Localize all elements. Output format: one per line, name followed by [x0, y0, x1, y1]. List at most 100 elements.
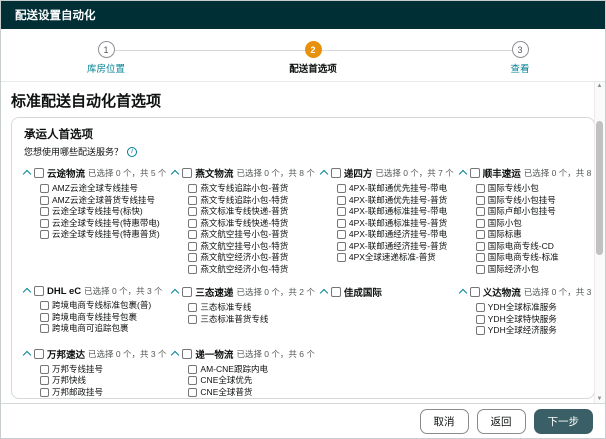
- carrier-service-checkbox[interactable]: [188, 265, 197, 274]
- step-shipping-preferences[interactable]: 2 配送首选项: [268, 41, 358, 75]
- carrier-service-option[interactable]: AMZ云途全球专线挂号: [40, 183, 166, 195]
- scroll-down-icon[interactable]: ▼: [595, 395, 604, 403]
- carrier-service-option[interactable]: 燕文标准专线快递-普货: [188, 206, 314, 218]
- carrier-service-option[interactable]: 跨境电商专线标准包裹(普): [40, 300, 166, 312]
- carrier-service-option[interactable]: 4PX-联邮通优先挂号-带电: [337, 183, 454, 195]
- carrier-service-checkbox[interactable]: [40, 207, 49, 216]
- carrier-service-option[interactable]: 4PX-联邮通优先挂号-普货: [337, 195, 454, 207]
- carrier-group-checkbox[interactable]: [34, 168, 44, 178]
- carrier-service-checkbox[interactable]: [337, 184, 346, 193]
- carrier-service-checkbox[interactable]: [188, 388, 197, 397]
- carrier-service-option[interactable]: 国际电商专线-CD: [476, 241, 595, 253]
- collapse-chevron-icon[interactable]: [459, 289, 467, 297]
- carrier-service-checkbox[interactable]: [40, 324, 49, 333]
- scrollbar-thumb[interactable]: [596, 121, 603, 256]
- carrier-service-checkbox[interactable]: [188, 376, 197, 385]
- carrier-service-checkbox[interactable]: [188, 253, 197, 262]
- carrier-service-checkbox[interactable]: [476, 326, 485, 335]
- collapse-chevron-icon[interactable]: [171, 170, 179, 178]
- carrier-service-checkbox[interactable]: [476, 242, 485, 251]
- step-review[interactable]: 3 查看: [475, 41, 565, 75]
- carrier-service-checkbox[interactable]: [188, 230, 197, 239]
- carrier-service-option[interactable]: 燕文专线追踪小包-特货: [188, 195, 314, 207]
- carrier-service-option[interactable]: 4PX全球速递标准-普货: [337, 252, 454, 264]
- carrier-service-checkbox[interactable]: [337, 242, 346, 251]
- carrier-service-checkbox[interactable]: [337, 219, 346, 228]
- carrier-service-option[interactable]: YDH全球特快服务: [476, 314, 595, 326]
- carrier-group-checkbox[interactable]: [331, 287, 341, 297]
- collapse-chevron-icon[interactable]: [459, 170, 467, 178]
- carrier-service-option[interactable]: 云途全球专线挂号(标快): [40, 206, 166, 218]
- carrier-service-option[interactable]: 云途全球专线挂号(特惠带电): [40, 218, 166, 230]
- collapse-chevron-icon[interactable]: [171, 289, 179, 297]
- carrier-service-option[interactable]: 三态标准专线: [188, 302, 314, 314]
- carrier-service-option[interactable]: 4PX-联邮通经济挂号-带电: [337, 229, 454, 241]
- carrier-service-checkbox[interactable]: [337, 253, 346, 262]
- carrier-service-checkbox[interactable]: [40, 219, 49, 228]
- carrier-service-checkbox[interactable]: [188, 242, 197, 251]
- carrier-service-option[interactable]: 国际电商专线-标准: [476, 252, 595, 264]
- carrier-service-option[interactable]: CNE全球优先: [188, 375, 314, 387]
- next-button[interactable]: 下一步: [534, 409, 594, 434]
- carrier-group-checkbox[interactable]: [331, 168, 341, 178]
- carrier-service-option[interactable]: CNE全球普货: [188, 387, 314, 399]
- carrier-service-option[interactable]: 4PX-联邮通标准挂号-普货: [337, 218, 454, 230]
- carrier-service-checkbox[interactable]: [337, 207, 346, 216]
- carrier-service-checkbox[interactable]: [337, 196, 346, 205]
- carrier-service-option[interactable]: 燕文航空挂号小包-特货: [188, 241, 314, 253]
- carrier-service-checkbox[interactable]: [40, 230, 49, 239]
- carrier-service-option[interactable]: 国际专线小包挂号: [476, 195, 595, 207]
- carrier-service-checkbox[interactable]: [40, 301, 49, 310]
- info-icon[interactable]: i: [127, 147, 137, 157]
- scroll-up-icon[interactable]: ▲: [595, 82, 604, 90]
- carrier-service-option[interactable]: 燕文专线追踪小包-普货: [188, 183, 314, 195]
- carrier-service-checkbox[interactable]: [476, 265, 485, 274]
- carrier-service-checkbox[interactable]: [40, 313, 49, 322]
- carrier-group-checkbox[interactable]: [182, 168, 192, 178]
- carrier-service-option[interactable]: YDH全球标准服务: [476, 302, 595, 314]
- carrier-service-checkbox[interactable]: [337, 230, 346, 239]
- carrier-service-option[interactable]: CNE全球特惠: [188, 398, 314, 399]
- carrier-service-option[interactable]: 国际专线小包: [476, 183, 595, 195]
- carrier-service-option[interactable]: 跨境电商专线挂号包裹: [40, 312, 166, 324]
- carrier-service-checkbox[interactable]: [188, 184, 197, 193]
- carrier-service-checkbox[interactable]: [476, 219, 485, 228]
- carrier-service-checkbox[interactable]: [476, 303, 485, 312]
- carrier-service-option[interactable]: YDH全球经济服务: [476, 325, 595, 337]
- carrier-service-option[interactable]: 万邦邮政挂号: [40, 387, 166, 399]
- carrier-service-option[interactable]: 万邦快线: [40, 375, 166, 387]
- carrier-service-option[interactable]: 国际标惠: [476, 229, 595, 241]
- carrier-service-option[interactable]: 燕文航空挂号小包-普货: [188, 229, 314, 241]
- carrier-service-checkbox[interactable]: [40, 365, 49, 374]
- carrier-service-option[interactable]: 燕文航空经济小包-普货: [188, 252, 314, 264]
- carrier-service-option[interactable]: 燕文航空经济小包-特货: [188, 264, 314, 276]
- carrier-service-option[interactable]: 国际小包: [476, 218, 595, 230]
- carrier-service-checkbox[interactable]: [188, 196, 197, 205]
- carrier-service-option[interactable]: 云途全球专线挂号(特惠普货): [40, 229, 166, 241]
- carrier-service-checkbox[interactable]: [476, 315, 485, 324]
- carrier-group-checkbox[interactable]: [182, 349, 192, 359]
- carrier-service-option[interactable]: AM-CNE跟踪内电: [188, 364, 314, 376]
- collapse-chevron-icon[interactable]: [23, 170, 31, 178]
- carrier-group-checkbox[interactable]: [34, 286, 44, 296]
- carrier-service-checkbox[interactable]: [40, 388, 49, 397]
- carrier-service-checkbox[interactable]: [476, 184, 485, 193]
- carrier-service-option[interactable]: 跨境电商可追踪包裹: [40, 323, 166, 335]
- carrier-service-option[interactable]: 国际卢邮小包挂号: [476, 206, 595, 218]
- carrier-service-checkbox[interactable]: [476, 253, 485, 262]
- carrier-group-checkbox[interactable]: [182, 287, 192, 297]
- carrier-group-checkbox[interactable]: [34, 349, 44, 359]
- carrier-service-checkbox[interactable]: [40, 196, 49, 205]
- back-button[interactable]: 返回: [477, 409, 526, 434]
- carrier-group-checkbox[interactable]: [470, 168, 480, 178]
- cancel-button[interactable]: 取消: [420, 409, 469, 434]
- carrier-service-option[interactable]: 国际经济小包: [476, 264, 595, 276]
- collapse-chevron-icon[interactable]: [23, 288, 31, 296]
- collapse-chevron-icon[interactable]: [320, 170, 328, 178]
- carrier-service-checkbox[interactable]: [476, 230, 485, 239]
- collapse-chevron-icon[interactable]: [23, 350, 31, 358]
- carrier-service-checkbox[interactable]: [188, 365, 197, 374]
- carrier-service-option[interactable]: 燕文标准专线快递-特货: [188, 218, 314, 230]
- carrier-service-option[interactable]: 万邦专线挂号: [40, 364, 166, 376]
- collapse-chevron-icon[interactable]: [171, 350, 179, 358]
